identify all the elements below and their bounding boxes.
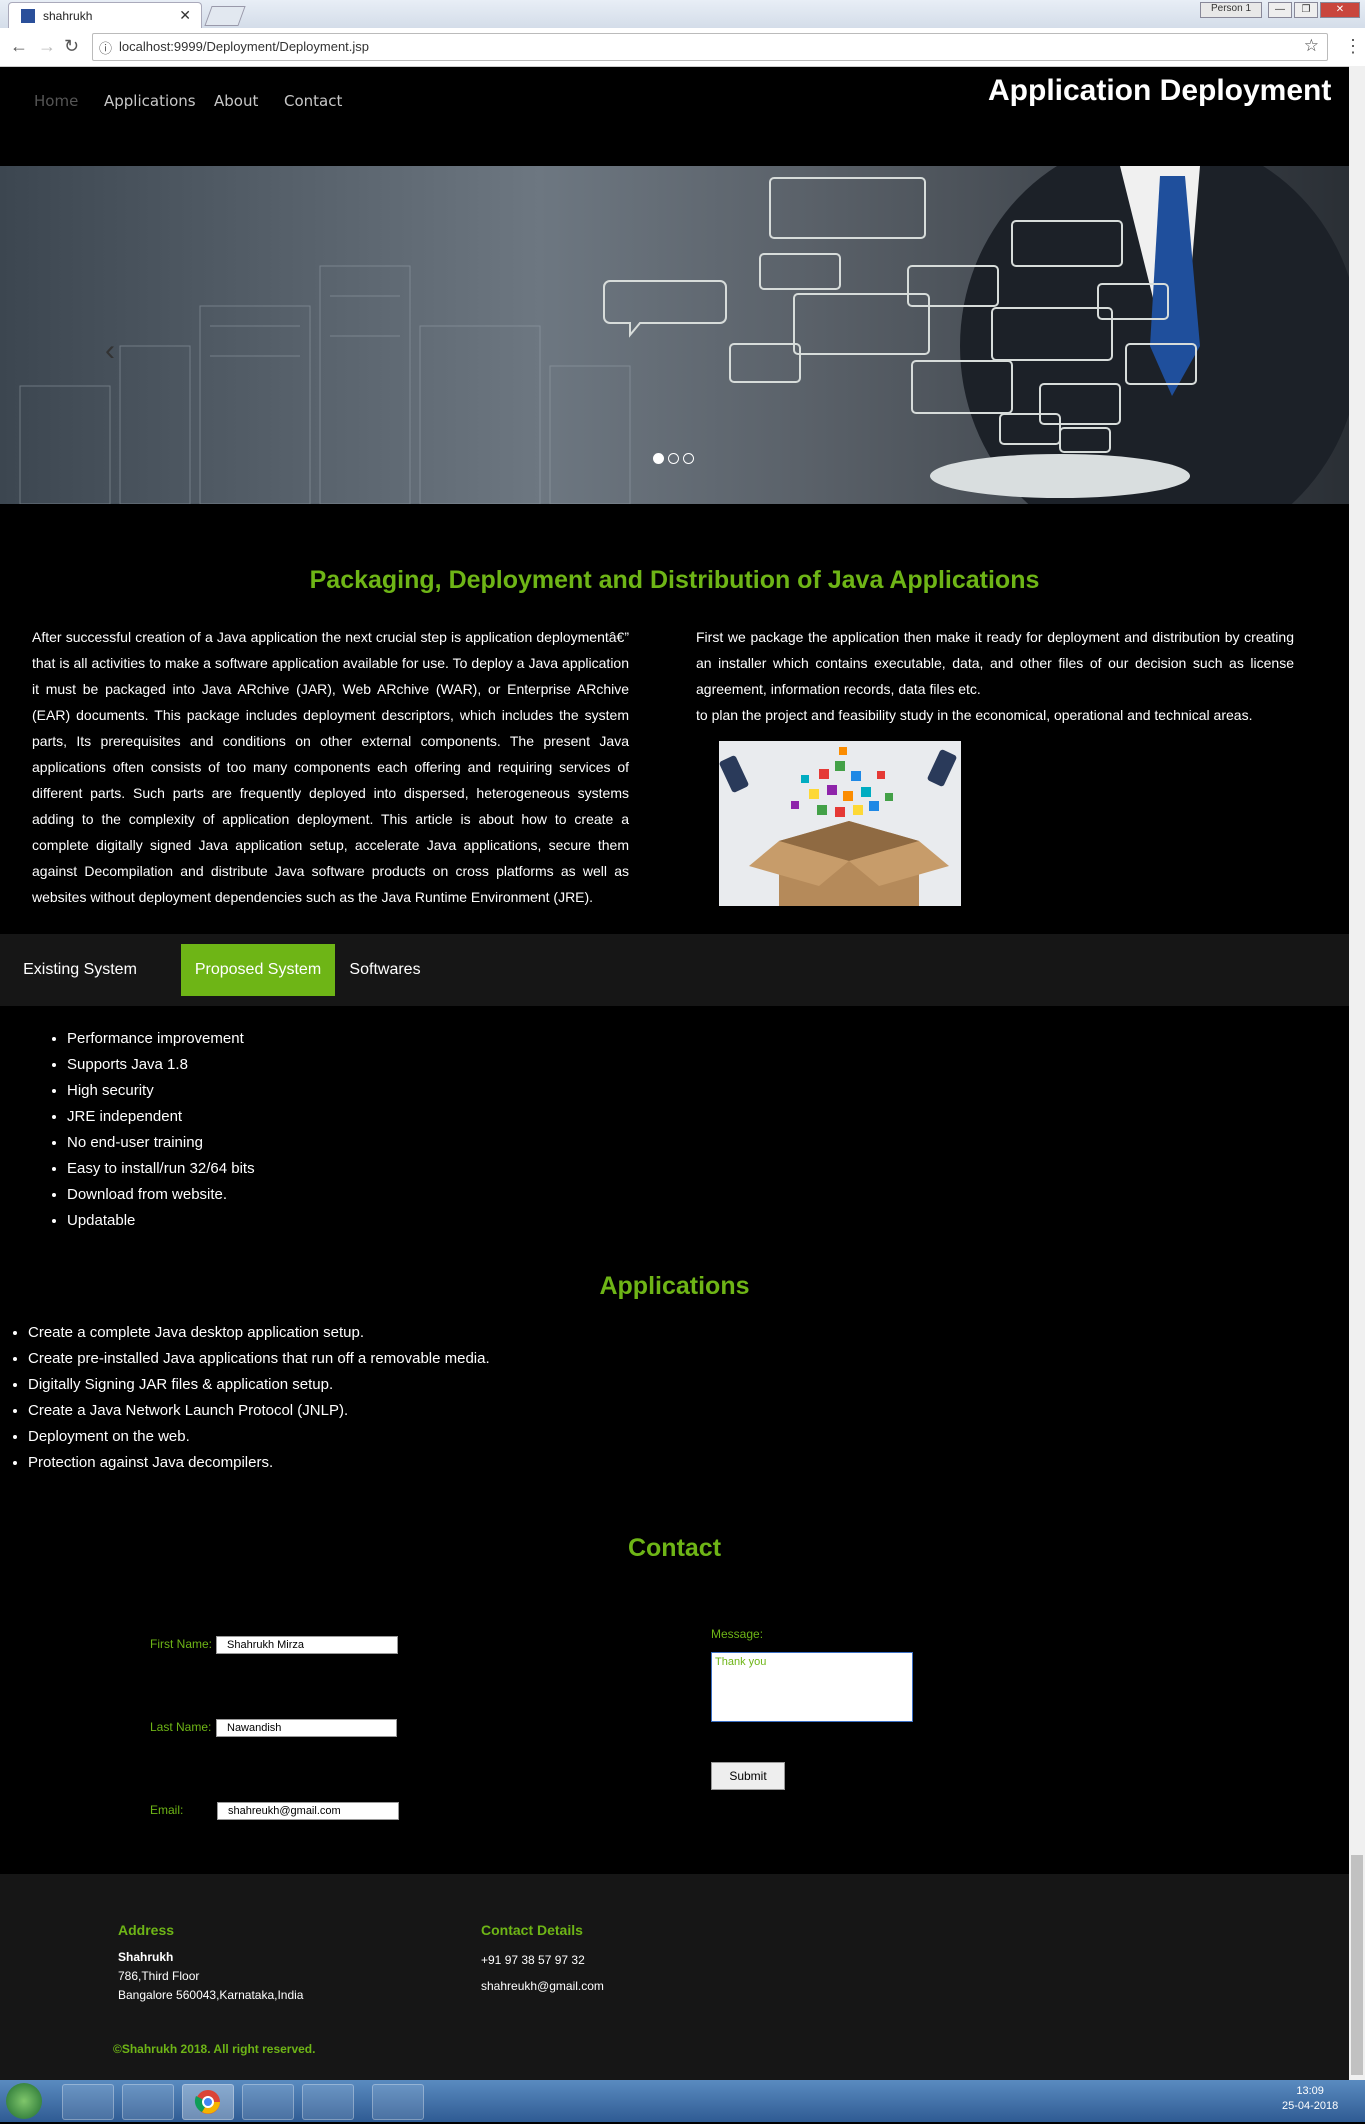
list-item: Updatable (67, 1208, 255, 1234)
start-button[interactable] (6, 2083, 42, 2119)
footer-email[interactable]: shahreukh@gmail.com (481, 1977, 604, 1996)
chrome-icon[interactable] (182, 2084, 234, 2120)
tab-softwares[interactable]: Softwares (335, 944, 435, 996)
proposed-features-list: Performance improvement Supports Java 1.… (47, 1026, 255, 1234)
browser-menu-icon[interactable]: ⋮ (1344, 36, 1362, 57)
footer-contact-heading: Contact Details (481, 1922, 583, 1938)
windows-taskbar (0, 2080, 1365, 2122)
list-item: Download from website. (67, 1182, 255, 1208)
new-tab-button[interactable] (204, 6, 246, 26)
back-icon[interactable]: ← (10, 36, 28, 57)
java-icon[interactable] (242, 2084, 294, 2120)
info-icon[interactable]: ⓘ (99, 38, 112, 57)
last-name-label: Last Name: (150, 1720, 212, 1734)
carousel-prev-icon[interactable]: ‹ (105, 334, 115, 368)
favicon-icon (21, 9, 35, 23)
list-item: Protection against Java decompilers. (28, 1450, 490, 1476)
intro-left-text: After successful creation of a Java appl… (32, 629, 629, 905)
applications-list: Create a complete Java desktop applicati… (8, 1320, 490, 1476)
first-name-field[interactable]: Shahrukh Mirza (216, 1636, 398, 1654)
list-item: JRE independent (67, 1104, 255, 1130)
email-field[interactable]: shahreukh@gmail.com (217, 1802, 399, 1820)
carousel-indicator-1[interactable] (653, 453, 664, 464)
submit-button[interactable]: Submit (711, 1762, 785, 1790)
list-item: Create a Java Network Launch Protocol (J… (28, 1398, 490, 1424)
app-icon[interactable] (372, 2084, 424, 2120)
page-scrollbar[interactable] (1349, 66, 1365, 2080)
footer-address-line2: Bangalore 560043,Karnataka,India (118, 1988, 304, 2002)
maximize-button[interactable]: ❐ (1294, 2, 1318, 18)
intro-right-text: First we package the application then ma… (696, 624, 1294, 728)
first-name-label: First Name: (150, 1637, 213, 1651)
intro-right-paragraph-2: to plan the project and feasibility stud… (696, 707, 1253, 723)
hero-carousel[interactable]: ‹ (0, 166, 1349, 504)
carousel-indicator-3[interactable] (683, 453, 694, 464)
explorer-icon[interactable] (62, 2084, 114, 2120)
taskbar-clock[interactable]: 13:09 25-04-2018 (1282, 2084, 1338, 2114)
list-item: Supports Java 1.8 (67, 1052, 255, 1078)
reload-icon[interactable]: ↻ (64, 36, 79, 57)
bookmark-star-icon[interactable]: ☆ (1304, 36, 1319, 56)
nav-about[interactable]: About (214, 92, 258, 110)
scrollbar-thumb[interactable] (1351, 1855, 1363, 2075)
footer-address-name: Shahrukh (118, 1950, 174, 1964)
list-item: Create pre-installed Java applications t… (28, 1346, 490, 1372)
site-title: Application Deployment (988, 74, 1332, 107)
nav-applications[interactable]: Applications (104, 92, 196, 110)
browser-title-bar: shahrukh ✕ Person 1 — ❐ ✕ (0, 0, 1365, 29)
tab-proposed-system[interactable]: Proposed System (181, 944, 335, 996)
url-input[interactable]: ⓘ localhost:9999/Deployment/Deployment.j… (92, 33, 1328, 61)
media-player-icon[interactable] (122, 2084, 174, 2120)
forward-icon[interactable]: → (38, 36, 56, 57)
minimize-button[interactable]: — (1268, 2, 1292, 18)
intro-right-paragraph: First we package the application then ma… (696, 629, 1294, 697)
footer: Address Shahrukh 786,Third Floor Bangalo… (0, 1874, 1349, 2080)
last-name-field[interactable]: Nawandish (216, 1719, 397, 1737)
footer-phone: +91 97 38 57 97 32 (481, 1953, 585, 1967)
close-window-button[interactable]: ✕ (1320, 2, 1360, 18)
list-item: Create a complete Java desktop applicati… (28, 1320, 490, 1346)
address-bar-row: ← → ↻ ⓘ localhost:9999/Deployment/Deploy… (0, 28, 1365, 67)
section-title-applications: Applications (599, 1272, 750, 1300)
url-text: localhost:9999/Deployment/Deployment.jsp (119, 39, 370, 54)
system-tabs: Existing System Proposed System Software… (0, 934, 1349, 1006)
profile-button[interactable]: Person 1 (1200, 2, 1262, 18)
list-item: Deployment on the web. (28, 1424, 490, 1450)
section-title-contact: Contact (627, 1534, 722, 1562)
app-box-image (719, 741, 961, 906)
message-label: Message: (711, 1627, 764, 1641)
footer-address-heading: Address (118, 1922, 175, 1938)
list-item: No end-user training (67, 1130, 255, 1156)
browser-tab-title: shahrukh (43, 9, 93, 23)
list-item: Performance improvement (67, 1026, 255, 1052)
clock-time: 13:09 (1296, 2085, 1324, 2097)
email-label: Email: (150, 1803, 184, 1817)
message-textarea[interactable]: Thank you (711, 1652, 913, 1722)
nav-home[interactable]: Home (34, 92, 78, 110)
paint-icon[interactable] (302, 2084, 354, 2120)
list-item: High security (67, 1078, 255, 1104)
browser-tab[interactable]: shahrukh ✕ (8, 2, 202, 29)
list-item: Easy to install/run 32/64 bits (67, 1156, 255, 1182)
footer-copyright: ©Shahrukh 2018. All right reserved. (113, 2042, 316, 2056)
clock-date: 25-04-2018 (1282, 2100, 1339, 2112)
carousel-indicator-2[interactable] (668, 453, 679, 464)
close-tab-icon[interactable]: ✕ (179, 7, 191, 24)
list-item: Digitally Signing JAR files & applicatio… (28, 1372, 490, 1398)
section-title-packaging: Packaging, Deployment and Distribution o… (309, 566, 1040, 594)
tab-existing-system[interactable]: Existing System (0, 944, 160, 996)
footer-address-line1: 786,Third Floor (118, 1969, 200, 1983)
nav-contact[interactable]: Contact (284, 92, 342, 110)
